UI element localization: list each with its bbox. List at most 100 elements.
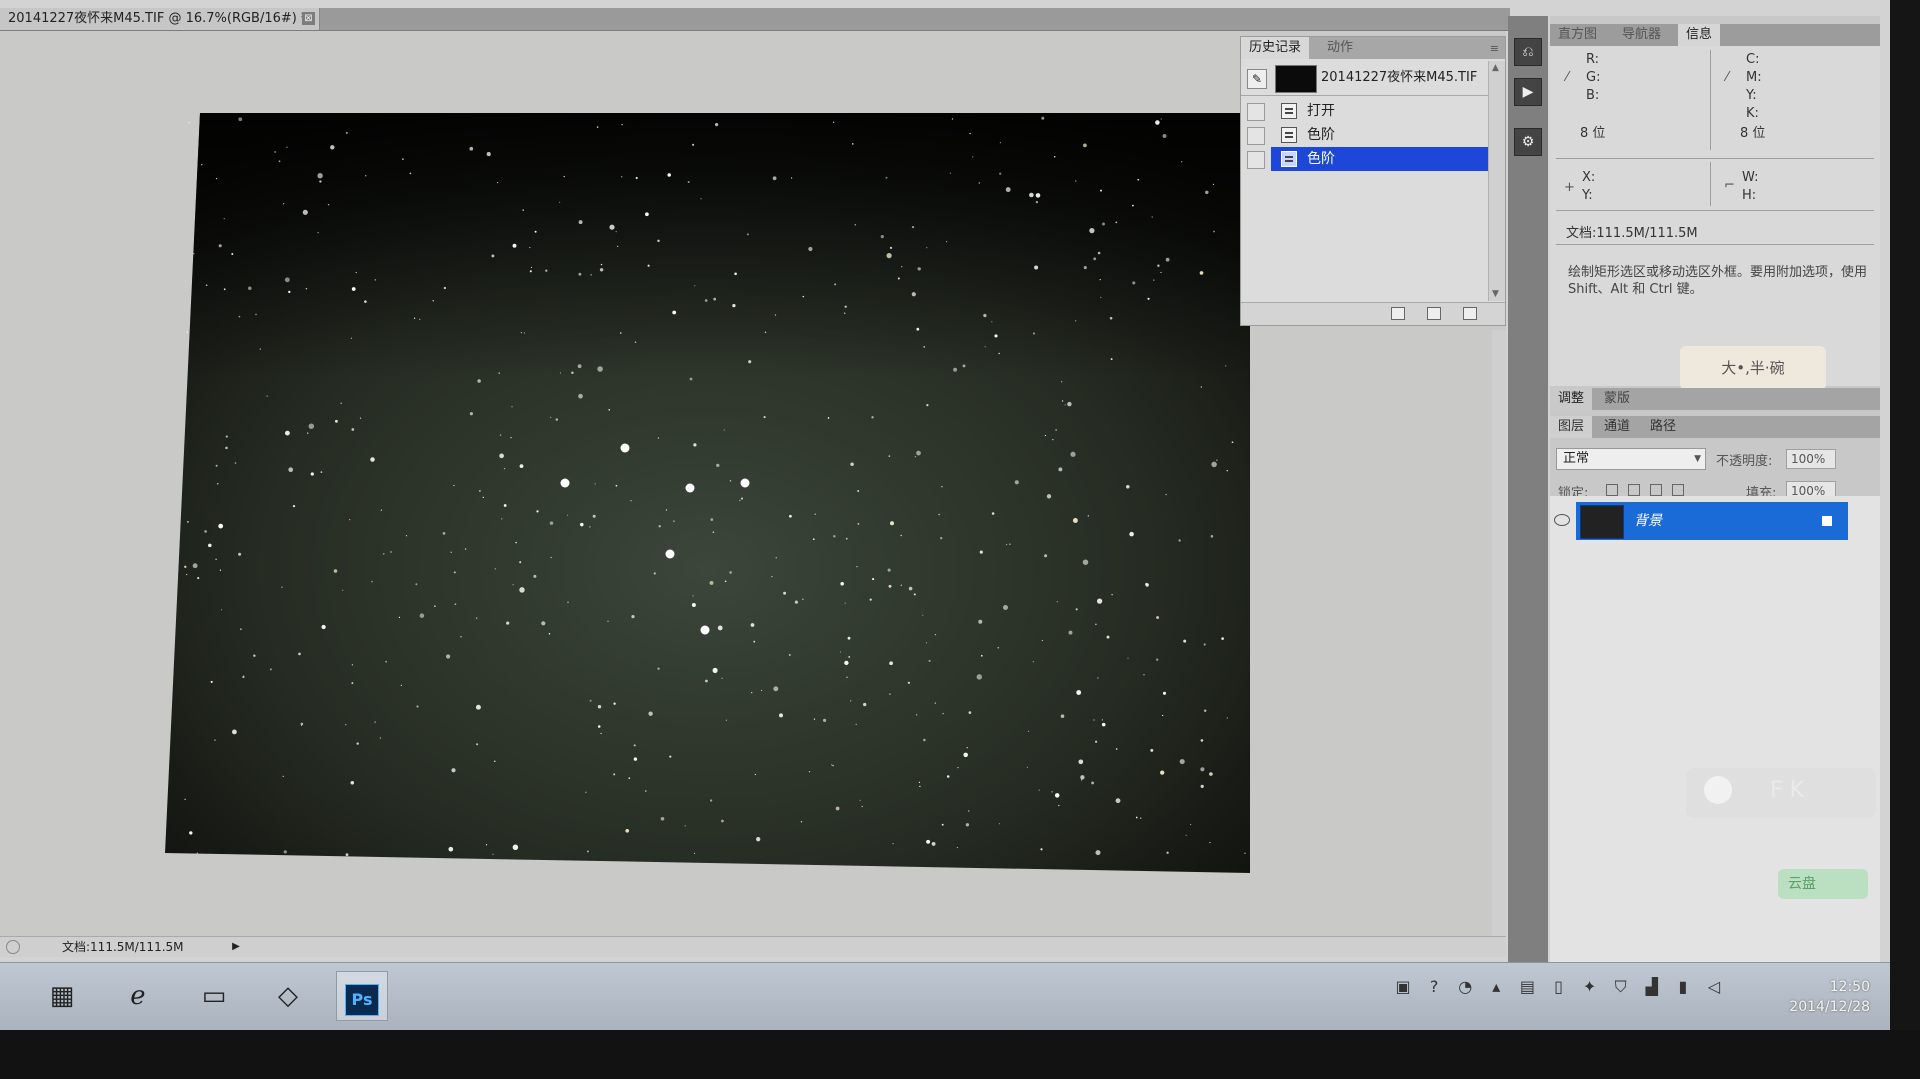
star [415,583,418,586]
star [208,543,212,548]
tab-navigator[interactable]: 导航器 [1614,24,1669,46]
tab-paths[interactable]: 路径 [1642,416,1684,438]
history-panel-tabs: 历史记录 动作 ≡ [1241,37,1505,59]
star [911,225,915,229]
tab-actions[interactable]: 动作 [1319,37,1361,59]
photoshop-taskbar-button[interactable]: Ps [336,971,388,1021]
star [491,254,495,258]
right-panels: 直方图 导航器 信息 R: G: B: ⁄ 8 位 C: M: Y: K: ⁄ … [1550,16,1880,1016]
scroll-down-icon[interactable]: ▼ [1492,289,1499,299]
tray-box-icon[interactable]: ▤ [1514,977,1540,996]
tool-presets-icon[interactable]: ⚙ [1514,128,1542,156]
taskbar-app-orange-icon[interactable]: ◇ [262,971,314,1021]
star [1126,485,1130,489]
shield-icon[interactable]: ⛉ [1608,977,1634,997]
tab-channels[interactable]: 通道 [1596,416,1638,438]
star [1083,266,1087,270]
star [657,239,660,243]
history-snapshot[interactable]: ✎ 20141227夜怀来M45.TIF [1241,61,1489,96]
star [1052,438,1054,441]
eye-icon[interactable] [1554,514,1570,526]
help-icon[interactable]: ? [1421,977,1447,996]
star-cluster-image[interactable] [165,113,1250,873]
star [405,535,408,537]
history-scrollbar[interactable]: ▲ ▼ [1488,61,1505,301]
layer-row-background[interactable]: 背景 [1554,502,1848,540]
star [712,531,715,534]
file-explorer-icon[interactable]: ▭ [188,971,240,1021]
star [550,416,552,418]
star [494,760,496,763]
lock-paint-icon[interactable] [1628,484,1640,496]
taskbar-app-chart-icon[interactable]: ▦ [36,971,88,1021]
info-x-label: X: [1582,170,1596,185]
star [475,704,481,710]
volume-icon[interactable]: ◁ [1701,977,1727,996]
history-source-checkbox[interactable] [1247,151,1265,169]
cmyk-eyedropper-icon[interactable]: ⁄ [1726,70,1728,85]
tray-expand-icon[interactable]: ▴ [1483,977,1509,996]
document-tab[interactable]: 20141227夜怀来M45.TIF @ 16.7%(RGB/16#) * ⊠ [0,8,320,30]
delete-state-icon[interactable] [1463,307,1477,320]
tab-history[interactable]: 历史记录 [1241,37,1310,59]
internet-explorer-icon[interactable]: ℯ [112,971,164,1021]
usb-icon[interactable]: ▯ [1545,977,1571,996]
star [756,837,761,842]
star [845,537,848,540]
panel-icon-strip: ⎌ ▶ ⚙ [1508,16,1548,1016]
star [984,346,986,348]
star [1135,816,1138,819]
history-step-open[interactable]: 打开 [1241,99,1489,123]
star [844,660,849,666]
lock-all-icon[interactable] [1672,484,1684,496]
status-menu-arrow-icon[interactable]: ▶ [230,937,242,957]
history-step-levels-1[interactable]: 色阶 [1241,123,1489,147]
star [968,810,970,812]
tab-adjustments[interactable]: 调整 [1550,388,1593,410]
history-source-checkbox[interactable] [1247,103,1265,121]
new-document-from-state-icon[interactable] [1391,307,1405,320]
lock-position-icon[interactable] [1650,484,1662,496]
close-document-icon[interactable]: ⊠ [302,12,315,25]
blend-mode-select[interactable]: 正常 ▼ [1556,448,1706,470]
star [928,659,931,662]
star [751,691,753,694]
tray-star-icon[interactable]: ✦ [1577,977,1603,996]
panel-menu-icon[interactable]: ≡ [1490,42,1499,55]
system-clock[interactable]: 12:50 2014/12/28 [1760,977,1870,1017]
star [218,244,222,248]
new-snapshot-icon[interactable] [1427,307,1441,320]
star [512,243,517,248]
star [779,713,783,718]
lock-transparent-icon[interactable] [1606,484,1618,496]
opacity-input[interactable]: 100% [1786,449,1836,469]
zoom-icon[interactable] [6,940,20,954]
history-step-levels-2[interactable]: 色阶 [1241,147,1489,171]
tab-histogram[interactable]: 直方图 [1550,24,1605,46]
actions-play-icon[interactable]: ▶ [1514,78,1542,106]
star [621,176,623,178]
star [734,272,737,276]
star [585,791,587,793]
star [890,521,894,526]
star [739,499,741,502]
star [917,267,921,271]
history-brush-icon[interactable]: ✎ [1247,69,1267,89]
star [900,534,902,537]
tab-info[interactable]: 信息 [1678,24,1721,46]
signal-icon[interactable]: ▟ [1639,977,1665,996]
tray-app-icon[interactable]: ▣ [1390,977,1416,996]
network-icon[interactable]: ◔ [1452,977,1478,996]
history-panel-icon[interactable]: ⎌ [1514,38,1542,66]
workspace-vertical-scrollbar[interactable] [1492,330,1506,936]
history-step-icon [1281,103,1297,119]
tab-layers[interactable]: 图层 [1550,416,1593,438]
history-source-checkbox[interactable] [1247,127,1265,145]
rgb-eyedropper-icon[interactable]: ⁄ [1566,70,1568,85]
star [835,806,840,811]
star [633,744,636,747]
scroll-up-icon[interactable]: ▲ [1492,63,1499,73]
power-icon[interactable]: ▮ [1670,977,1696,996]
tab-masks[interactable]: 蒙版 [1596,388,1638,410]
star [1051,791,1053,793]
